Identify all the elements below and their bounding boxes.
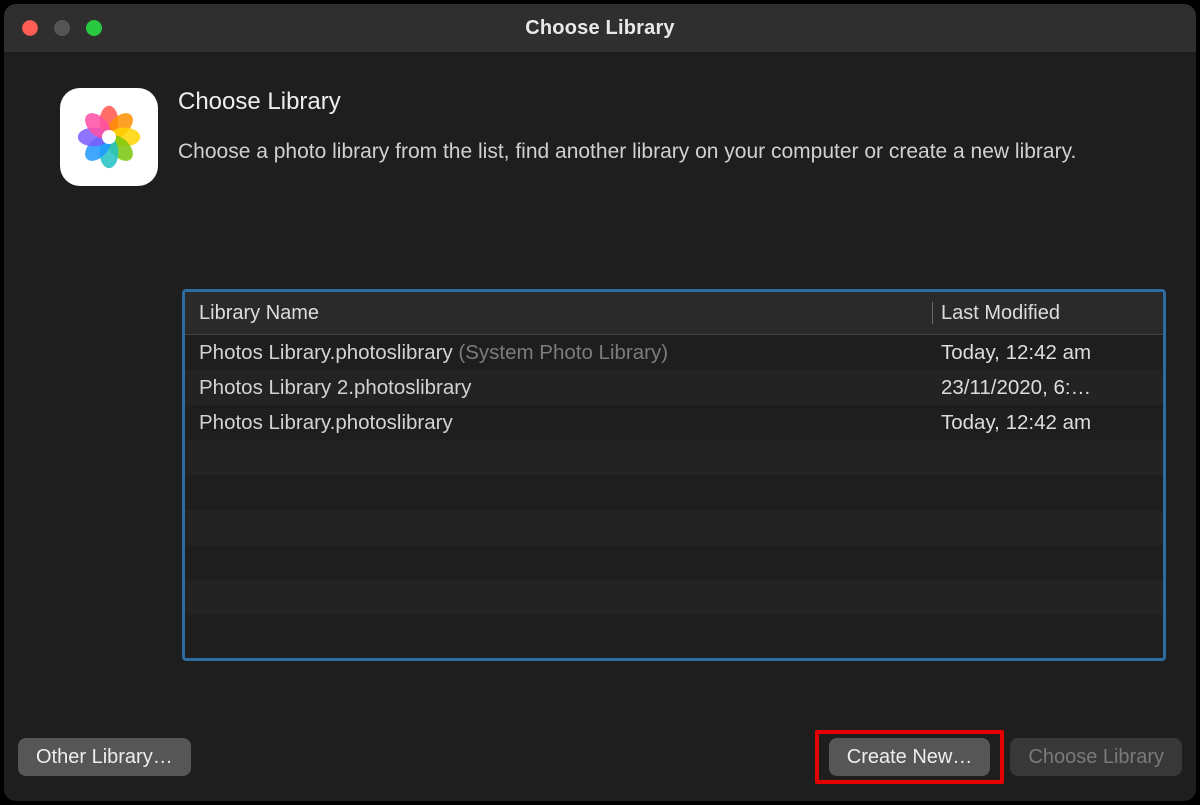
table-header: Library Name Last Modified [185, 292, 1163, 335]
choose-library-button: Choose Library [1010, 738, 1182, 776]
table-body: Photos Library.photoslibrary (System Pho… [185, 335, 1163, 658]
table-row[interactable]: Photos Library.photoslibrary (System Pho… [185, 335, 1163, 370]
cell-library-suffix: (System Photo Library) [453, 341, 668, 364]
column-header-name[interactable]: Library Name [185, 302, 932, 325]
hero-section: Choose Library Choose a photo library fr… [4, 52, 1196, 186]
photos-app-icon [60, 88, 158, 186]
zoom-window-button[interactable] [86, 20, 102, 36]
traffic-lights [4, 20, 102, 36]
table-row[interactable]: Photos Library 2.photoslibrary23/11/2020… [185, 370, 1163, 405]
empty-row [185, 545, 1163, 580]
cell-last-modified: Today, 12:42 am [933, 341, 1163, 365]
hero-title: Choose Library [178, 88, 1118, 116]
empty-row [185, 580, 1163, 615]
column-header-modified[interactable]: Last Modified [933, 302, 1163, 325]
choose-library-window: Choose Library Choose Library Choose a p… [4, 4, 1196, 801]
window-title: Choose Library [4, 17, 1196, 40]
titlebar: Choose Library [4, 4, 1196, 52]
create-new-button[interactable]: Create New… [829, 738, 991, 776]
table-row[interactable]: Photos Library.photoslibraryToday, 12:42… [185, 405, 1163, 440]
close-window-button[interactable] [22, 20, 38, 36]
empty-row [185, 440, 1163, 475]
empty-row [185, 510, 1163, 545]
cell-library-name: Photos Library 2.photoslibrary [185, 376, 933, 400]
cell-library-name: Photos Library.photoslibrary (System Pho… [185, 341, 933, 365]
minimize-window-button [54, 20, 70, 36]
content-area: Choose Library Choose a photo library fr… [4, 52, 1196, 801]
cell-last-modified: Today, 12:42 am [933, 411, 1163, 435]
empty-row [185, 615, 1163, 650]
cell-library-name: Photos Library.photoslibrary [185, 411, 933, 435]
library-table[interactable]: Library Name Last Modified Photos Librar… [182, 289, 1166, 661]
empty-row [185, 475, 1163, 510]
cell-last-modified: 23/11/2020, 6:… [933, 376, 1163, 400]
hero-subtitle: Choose a photo library from the list, fi… [178, 138, 1118, 166]
other-library-button[interactable]: Other Library… [18, 738, 191, 776]
hero-text: Choose Library Choose a photo library fr… [178, 88, 1118, 166]
footer-buttons: Other Library… Create New… Choose Librar… [18, 727, 1182, 787]
